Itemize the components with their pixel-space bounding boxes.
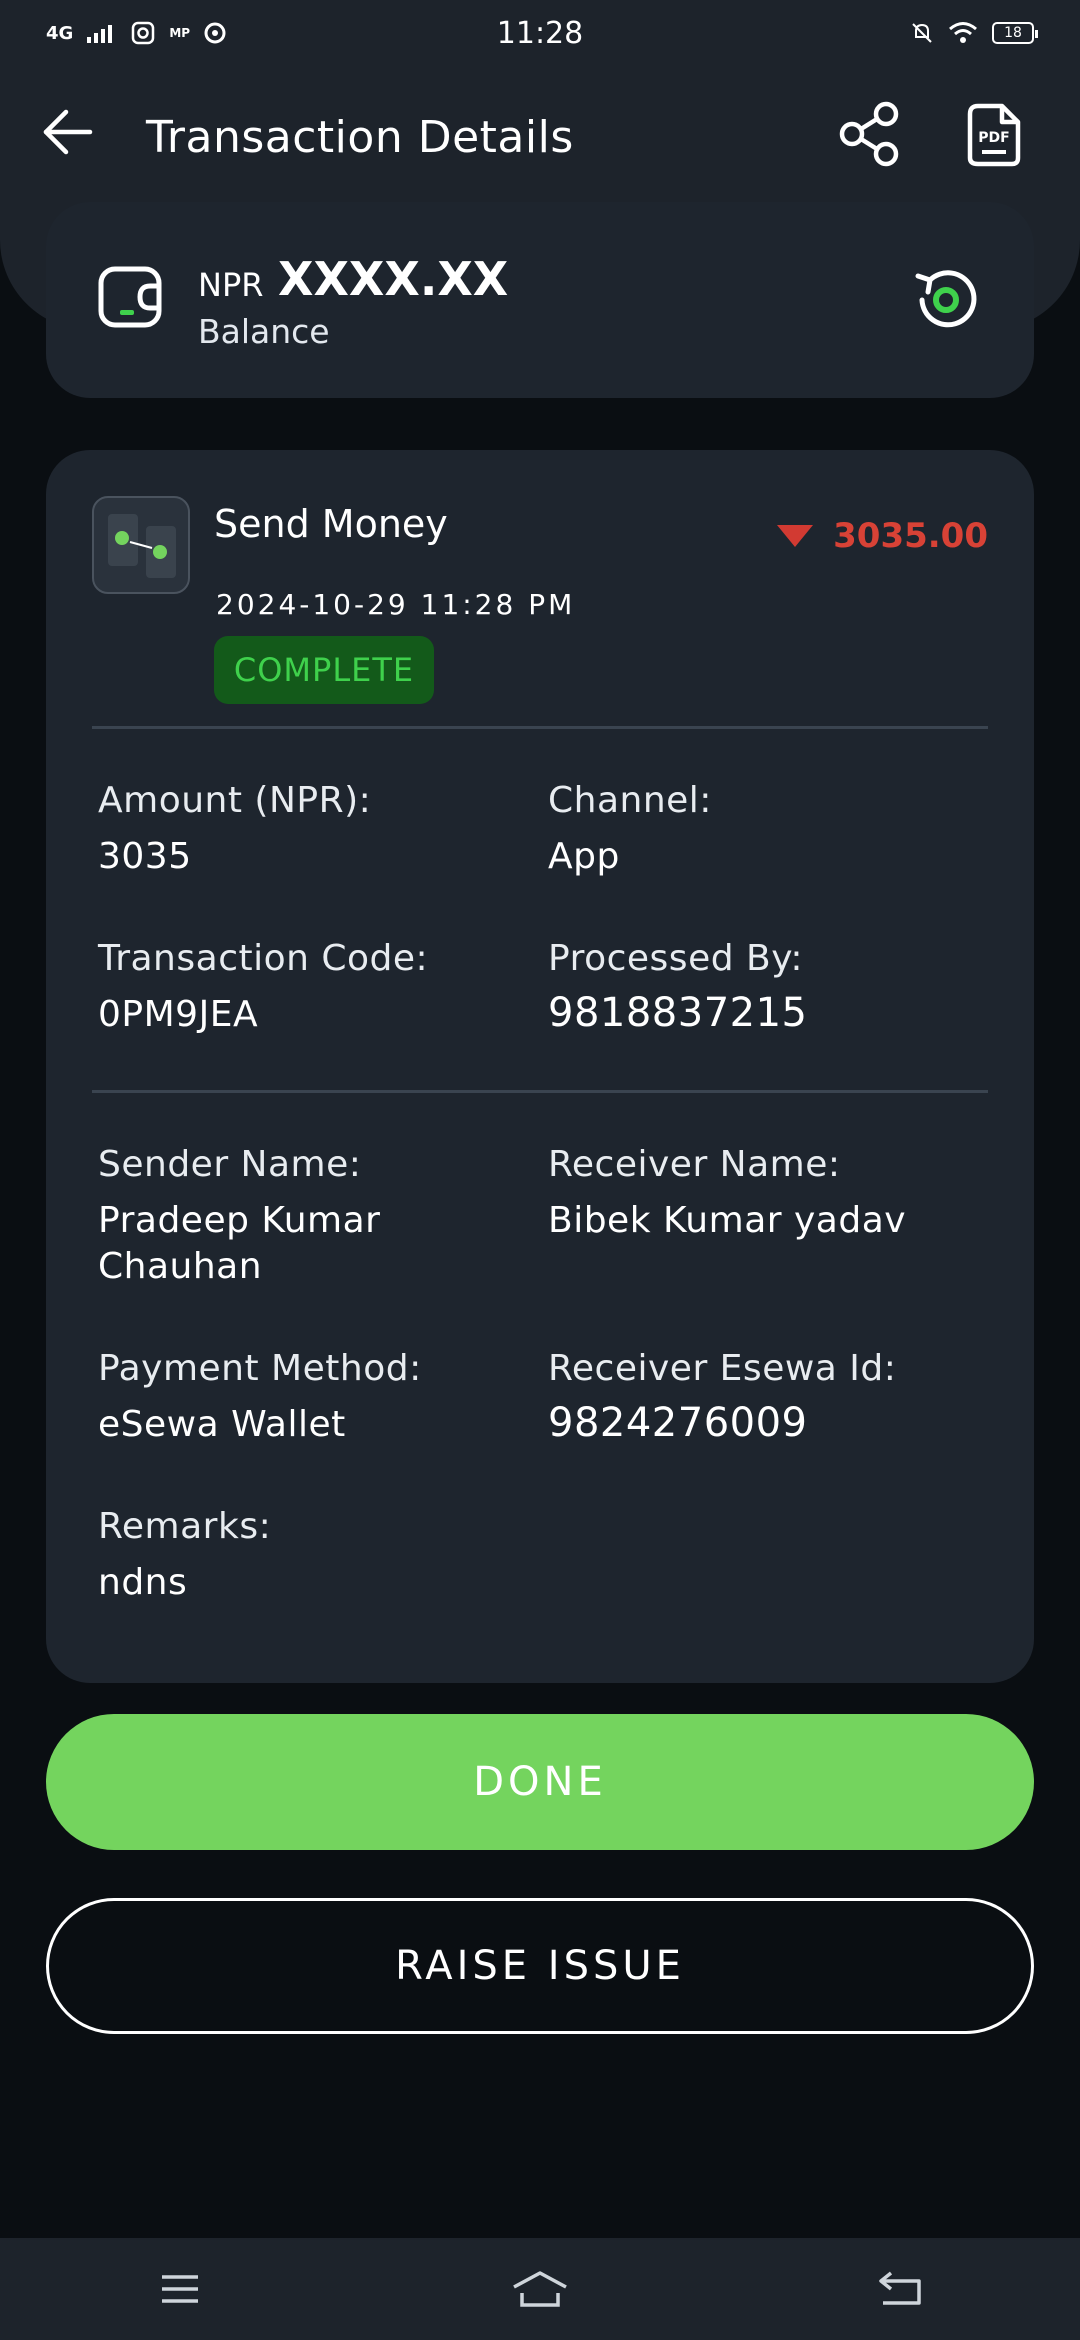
divider xyxy=(92,1090,988,1093)
remarks-value: ndns xyxy=(98,1562,188,1603)
transaction-code-value[interactable]: 0PM9JEA xyxy=(98,992,258,1038)
transaction-amount-row: 3035.00 xyxy=(777,516,988,556)
battery-icon: 18 xyxy=(992,22,1038,44)
amount-value: 3035 xyxy=(98,836,192,877)
wallet-icon xyxy=(98,266,162,328)
channel-value: App xyxy=(548,836,620,877)
processed-by-value: 9818837215 xyxy=(548,990,808,1036)
transaction-details-card: Send Money 3035.00 2024-10-29 11:28 PM C… xyxy=(46,450,1034,1683)
clock: 11:28 xyxy=(496,15,584,51)
page-title: Transaction Details xyxy=(146,112,574,163)
status-badge: COMPLETE xyxy=(214,636,434,704)
sender-name-value: Pradeep Kumar Chauhan xyxy=(98,1200,381,1287)
status-bar: 4G MP 11:28 18 xyxy=(0,0,1080,66)
balance-card: NPR XXXX.XX Balance xyxy=(46,202,1034,398)
system-nav-bar xyxy=(0,2238,1080,2340)
menu-nav-button[interactable] xyxy=(140,2259,220,2319)
back-icon xyxy=(879,2271,921,2305)
transaction-type: Send Money xyxy=(214,502,448,546)
balance-label: Balance xyxy=(198,312,330,351)
transaction-amount: 3035.00 xyxy=(833,516,988,556)
home-icon xyxy=(513,2271,567,2307)
sender-name-label: Sender Name: xyxy=(98,1144,362,1185)
balance-currency: NPR xyxy=(198,266,264,304)
send-money-icon xyxy=(92,496,190,594)
payment-method-label: Payment Method: xyxy=(98,1348,422,1389)
back-arrow-icon[interactable] xyxy=(40,104,96,160)
back-nav-button[interactable] xyxy=(860,2259,940,2319)
divider xyxy=(92,726,988,729)
receiver-esewa-id-label: Receiver Esewa Id: xyxy=(548,1348,897,1389)
app-bar: Transaction Details PDF xyxy=(0,66,1080,206)
menu-icon xyxy=(162,2275,198,2303)
channel-label: Channel: xyxy=(548,780,712,821)
raise-issue-button[interactable]: RAISE ISSUE xyxy=(46,1898,1034,2034)
transaction-date: 2024-10-29 11:28 PM xyxy=(216,588,576,621)
processed-by-label: Processed By: xyxy=(548,938,804,979)
receiver-name-label: Receiver Name: xyxy=(548,1144,841,1185)
receiver-esewa-id-value: 9824276009 xyxy=(548,1400,808,1446)
receiver-name-value: Bibek Kumar yadav xyxy=(548,1200,907,1241)
amount-label: Amount (NPR): xyxy=(98,780,372,821)
svg-text:PDF: PDF xyxy=(978,130,1009,146)
transaction-code-label: Transaction Code: xyxy=(98,938,429,979)
remarks-label: Remarks: xyxy=(98,1506,272,1547)
done-button[interactable]: DONE xyxy=(46,1714,1034,1850)
pdf-icon[interactable]: PDF xyxy=(966,102,1022,168)
balance-amount[interactable]: XXXX.XX xyxy=(278,252,508,306)
home-nav-button[interactable] xyxy=(500,2259,580,2319)
debit-arrow-icon xyxy=(777,525,814,547)
share-icon[interactable] xyxy=(836,100,904,168)
refresh-icon[interactable] xyxy=(908,262,984,338)
payment-method-value: eSewa Wallet xyxy=(98,1404,346,1445)
